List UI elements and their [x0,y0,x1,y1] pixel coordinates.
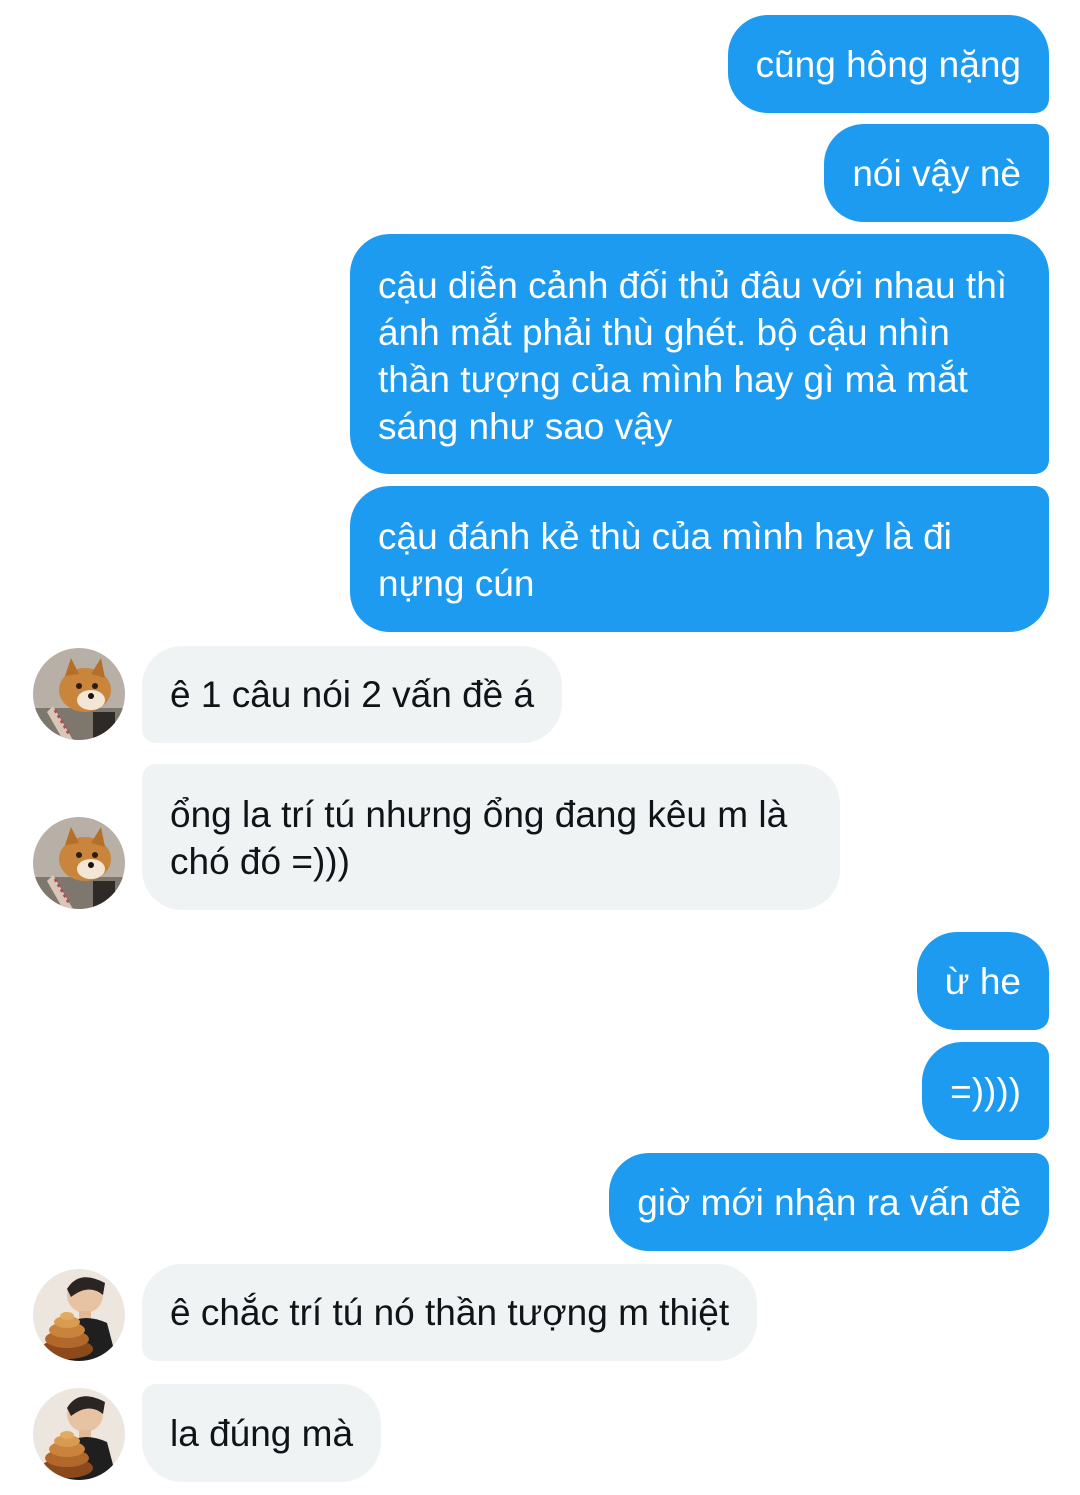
message-bubble-outgoing[interactable]: ừ he [916,932,1049,1030]
avatar-person[interactable] [33,1388,125,1480]
message-text: ê 1 câu nói 2 vấn đề á [170,674,535,715]
message-text: cậu đánh kẻ thù của mình hay là đi nựng … [378,516,952,604]
avatar-shiba[interactable] [33,817,125,909]
message-bubble-outgoing[interactable]: cũng hông nặng [727,15,1049,113]
message-text: cậu diễn cảnh đối thủ đâu với nhau thì á… [378,265,1008,447]
message-text: la đúng mà [170,1412,354,1454]
message-text: nói vậy nè [852,152,1021,194]
avatar-person[interactable] [33,1269,125,1361]
message-bubble-outgoing[interactable]: cậu diễn cảnh đối thủ đâu với nhau thì á… [350,234,1049,474]
avatar-shiba[interactable] [33,648,125,740]
message-bubble-outgoing[interactable]: giờ mới nhận ra vấn đề [609,1153,1049,1251]
message-bubble-incoming[interactable]: ê 1 câu nói 2 vấn đề á [142,646,563,743]
message-bubble-incoming[interactable]: ổng la trí tú nhưng ổng đang kêu m là ch… [142,764,840,910]
message-text: ổng la trí tú nhưng ổng đang kêu m là ch… [170,794,788,882]
message-text: ừ he [944,960,1021,1002]
message-text: ê chắc trí tú nó thần tượng m thiệt [170,1292,730,1333]
message-bubble-outgoing[interactable]: cậu đánh kẻ thù của mình hay là đi nựng … [350,486,1049,632]
message-bubble-outgoing[interactable]: nói vậy nè [824,124,1049,222]
person-with-bread-icon [33,1269,125,1361]
shiba-dog-icon [33,648,125,740]
message-bubble-outgoing[interactable]: =)))) [922,1042,1049,1140]
person-with-bread-icon [33,1388,125,1480]
message-text: giờ mới nhận ra vấn đề [637,1181,1021,1223]
message-bubble-incoming[interactable]: ê chắc trí tú nó thần tượng m thiệt [142,1264,758,1361]
shiba-dog-icon [33,817,125,909]
message-bubble-incoming[interactable]: la đúng mà [142,1384,382,1482]
message-text: =)))) [950,1070,1021,1112]
message-text: cũng hông nặng [755,43,1021,85]
